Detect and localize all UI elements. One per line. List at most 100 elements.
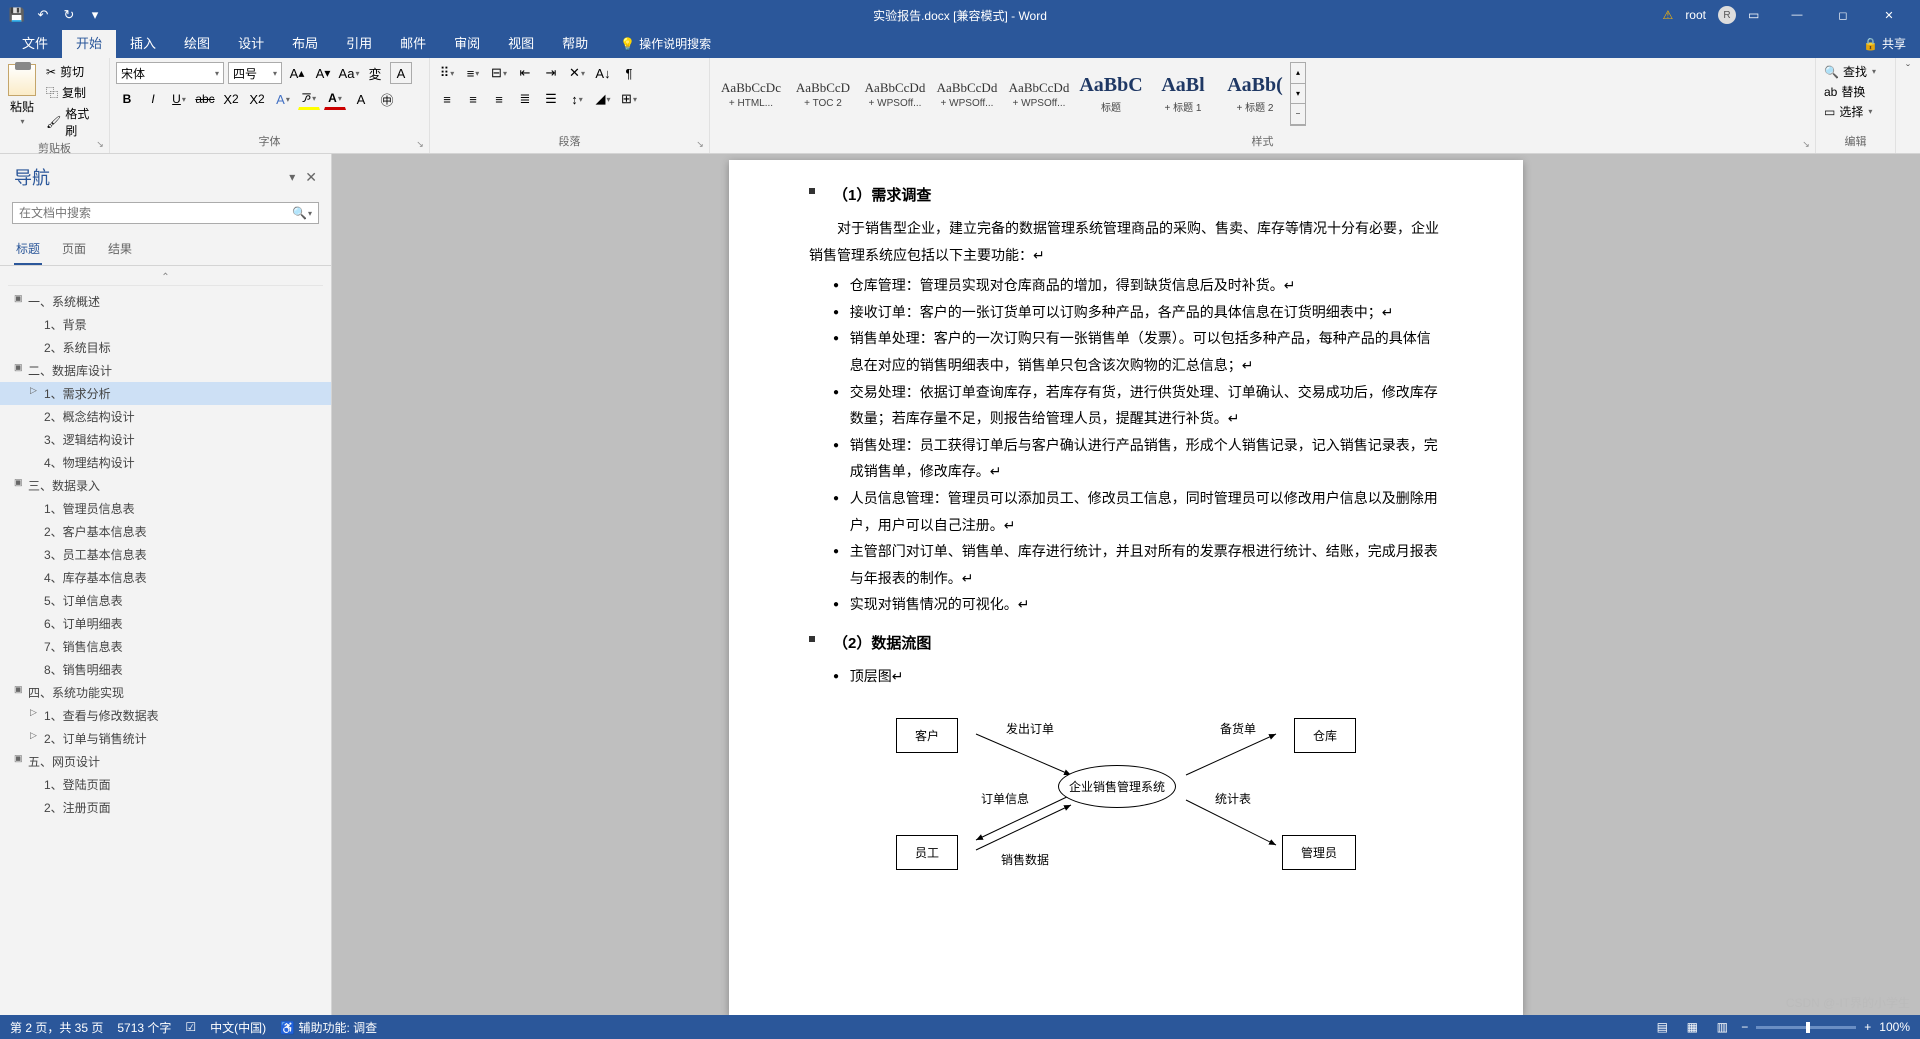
italic-button[interactable]: I bbox=[142, 88, 164, 110]
nav-tab-results[interactable]: 结果 bbox=[106, 236, 134, 265]
gallery-up-button[interactable]: ▴ bbox=[1291, 63, 1305, 84]
style-item[interactable]: AaBbCcDd+ WPSOff... bbox=[1004, 62, 1074, 126]
maximize-button[interactable]: ◻ bbox=[1820, 0, 1866, 30]
align-center-button[interactable]: ≡ bbox=[462, 88, 484, 110]
tree-item[interactable]: 8、销售明细表 bbox=[0, 658, 331, 681]
shrink-font-button[interactable]: A▾ bbox=[312, 62, 334, 84]
para-launcher[interactable]: ↘ bbox=[693, 137, 707, 151]
multilevel-button[interactable]: ⊟▾ bbox=[488, 62, 510, 84]
tab-design[interactable]: 设计 bbox=[224, 27, 278, 58]
style-item[interactable]: AaBbCcDd+ WPSOff... bbox=[860, 62, 930, 126]
numbering-button[interactable]: ≡▾ bbox=[462, 62, 484, 84]
tell-me-search[interactable]: 💡 操作说明搜索 bbox=[610, 29, 721, 58]
phonetic-button[interactable]: 変 bbox=[364, 62, 386, 84]
undo-icon[interactable]: ↶ bbox=[36, 8, 50, 22]
style-item[interactable]: AaBb(+ 标题 2 bbox=[1220, 62, 1290, 126]
style-item[interactable]: AaBbCcD+ TOC 2 bbox=[788, 62, 858, 126]
clipboard-launcher[interactable]: ↘ bbox=[93, 137, 107, 151]
style-item[interactable]: AaBbCcDc+ HTML... bbox=[716, 62, 786, 126]
superscript-button[interactable]: X2 bbox=[246, 88, 268, 110]
align-left-button[interactable]: ≡ bbox=[436, 88, 458, 110]
tree-item[interactable]: 1、登陆页面 bbox=[0, 773, 331, 796]
page-indicator[interactable]: 第 2 页，共 35 页 bbox=[10, 1019, 103, 1036]
tree-item[interactable]: 2、系统目标 bbox=[0, 336, 331, 359]
tree-item[interactable]: ▣二、数据库设计 bbox=[0, 359, 331, 382]
underline-button[interactable]: U▾ bbox=[168, 88, 190, 110]
tab-draw[interactable]: 绘图 bbox=[170, 27, 224, 58]
line-spacing-button[interactable]: ↕▾ bbox=[566, 88, 588, 110]
nav-tab-pages[interactable]: 页面 bbox=[60, 236, 88, 265]
tree-item[interactable]: 7、销售信息表 bbox=[0, 635, 331, 658]
tab-references[interactable]: 引用 bbox=[332, 27, 386, 58]
bold-button[interactable]: B bbox=[116, 88, 138, 110]
asian-layout-button[interactable]: ✕▾ bbox=[566, 62, 588, 84]
highlight-button[interactable]: ꯍ▾ bbox=[298, 88, 320, 110]
font-name-select[interactable]: 宋体▾ bbox=[116, 62, 224, 84]
redo-icon[interactable]: ↻ bbox=[62, 8, 76, 22]
nav-dropdown-icon[interactable]: ▾ bbox=[289, 170, 295, 184]
format-painter-button[interactable]: 🖌格式刷 bbox=[44, 104, 103, 140]
collapse-ribbon-button[interactable]: ˇ bbox=[1896, 58, 1920, 153]
tree-item[interactable]: 2、客户基本信息表 bbox=[0, 520, 331, 543]
subscript-button[interactable]: X2 bbox=[220, 88, 242, 110]
enclose-char-button[interactable]: ㊥ bbox=[376, 88, 398, 110]
user-name[interactable]: root bbox=[1685, 8, 1706, 22]
gallery-more-button[interactable]: ⎯ bbox=[1291, 104, 1305, 125]
style-item[interactable]: AaBbCcDd+ WPSOff... bbox=[932, 62, 1002, 126]
qat-more-icon[interactable]: ▾ bbox=[88, 8, 102, 22]
close-button[interactable]: ✕ bbox=[1866, 0, 1912, 30]
tree-item[interactable]: 6、订单明细表 bbox=[0, 612, 331, 635]
tree-item[interactable]: ▣三、数据录入 bbox=[0, 474, 331, 497]
grow-font-button[interactable]: A▴ bbox=[286, 62, 308, 84]
spellcheck-icon[interactable]: ☑ bbox=[185, 1020, 196, 1034]
show-marks-button[interactable]: ¶ bbox=[618, 62, 640, 84]
sort-button[interactable]: A↓ bbox=[592, 62, 614, 84]
strike-button[interactable]: abc bbox=[194, 88, 216, 110]
gallery-down-button[interactable]: ▾ bbox=[1291, 84, 1305, 105]
document-area[interactable]: （1）需求调查 对于销售型企业，建立完备的数据管理系统管理商品的采购、售卖、库存… bbox=[332, 154, 1920, 1015]
borders-button[interactable]: ⊞▾ bbox=[618, 88, 640, 110]
paste-button[interactable]: 粘贴▾ bbox=[6, 62, 38, 140]
tree-item[interactable]: ▷2、订单与销售统计 bbox=[0, 727, 331, 750]
decrease-indent-button[interactable]: ⇤ bbox=[514, 62, 536, 84]
minimize-button[interactable]: — bbox=[1774, 0, 1820, 30]
text-effects-button[interactable]: A▾ bbox=[272, 88, 294, 110]
tree-item[interactable]: 3、逻辑结构设计 bbox=[0, 428, 331, 451]
nav-search-box[interactable]: 🔍▾ bbox=[12, 202, 319, 224]
select-button[interactable]: ▭选择▾ bbox=[1822, 102, 1889, 121]
tab-help[interactable]: 帮助 bbox=[548, 27, 602, 58]
style-item[interactable]: AaBl+ 标题 1 bbox=[1148, 62, 1218, 126]
tab-view[interactable]: 视图 bbox=[494, 27, 548, 58]
tree-item[interactable]: ▣一、系统概述 bbox=[0, 290, 331, 313]
tree-item[interactable]: 4、物理结构设计 bbox=[0, 451, 331, 474]
user-avatar[interactable]: R bbox=[1718, 6, 1736, 24]
replace-button[interactable]: ab替换 bbox=[1822, 82, 1889, 101]
zoom-level[interactable]: 100% bbox=[1879, 1020, 1910, 1034]
ribbon-display-icon[interactable]: ▭ bbox=[1748, 8, 1762, 22]
copy-button[interactable]: ⿻复制 bbox=[44, 83, 103, 102]
align-right-button[interactable]: ≡ bbox=[488, 88, 510, 110]
styles-launcher[interactable]: ↘ bbox=[1799, 137, 1813, 151]
tree-item[interactable]: 1、管理员信息表 bbox=[0, 497, 331, 520]
tree-item[interactable]: ▣四、系统功能实现 bbox=[0, 681, 331, 704]
shading-button[interactable]: ◢▾ bbox=[592, 88, 614, 110]
tree-item[interactable]: 5、订单信息表 bbox=[0, 589, 331, 612]
tree-item[interactable]: 2、注册页面 bbox=[0, 796, 331, 819]
accessibility-indicator[interactable]: ♿ 辅助功能: 调查 bbox=[280, 1019, 377, 1036]
word-count[interactable]: 5713 个字 bbox=[117, 1019, 171, 1036]
tab-home[interactable]: 开始 bbox=[62, 27, 116, 58]
styles-gallery[interactable]: AaBbCcDc+ HTML...AaBbCcD+ TOC 2AaBbCcDd+… bbox=[716, 62, 1290, 126]
save-icon[interactable]: 💾 bbox=[10, 8, 24, 22]
bullets-button[interactable]: ⠿▾ bbox=[436, 62, 458, 84]
view-focus-button[interactable]: ▤ bbox=[1651, 1018, 1673, 1036]
change-case-button[interactable]: Aa▾ bbox=[338, 62, 360, 84]
char-border-button[interactable]: A bbox=[390, 62, 412, 84]
font-size-select[interactable]: 四号▾ bbox=[228, 62, 282, 84]
justify-button[interactable]: ≣ bbox=[514, 88, 536, 110]
view-web-button[interactable]: ▥ bbox=[1711, 1018, 1733, 1036]
zoom-slider[interactable] bbox=[1756, 1026, 1856, 1029]
tab-mailings[interactable]: 邮件 bbox=[386, 27, 440, 58]
view-print-button[interactable]: ▦ bbox=[1681, 1018, 1703, 1036]
tab-file[interactable]: 文件 bbox=[8, 27, 62, 58]
zoom-in-button[interactable]: + bbox=[1864, 1020, 1871, 1034]
